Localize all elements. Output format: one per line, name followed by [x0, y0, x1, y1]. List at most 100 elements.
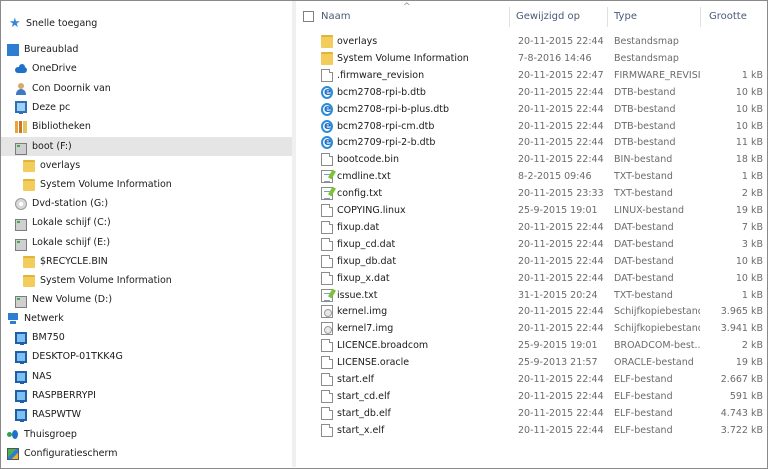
drive-icon	[15, 238, 27, 251]
file-modified: 8-2-2015 09:46	[518, 171, 592, 183]
nav-item[interactable]: Con Doornik van	[1, 79, 292, 98]
file-name: bcm2708-rpi-cm.dtb	[337, 120, 435, 132]
select-all-checkbox[interactable]	[303, 11, 314, 22]
column-header-type[interactable]: Type	[614, 1, 694, 31]
file-name: kernel.img	[337, 306, 388, 318]
file-row[interactable]: bcm2708-rpi-b.dtb 20-11-2015 22:44 DTB-bes…	[296, 84, 767, 101]
folder-icon	[23, 178, 35, 191]
file-size: 3 kB	[741, 238, 763, 250]
file-name: bcm2708-rpi-b-plus.dtb	[337, 103, 450, 115]
nav-item[interactable]: Dvd-station (G:)	[1, 194, 292, 213]
file-icon	[321, 406, 333, 420]
nav-item[interactable]: Lokale schijf (C:)	[1, 213, 292, 232]
nav-item[interactable]: $RECYCLE.BIN	[1, 252, 292, 271]
file-row[interactable]: LICENSE.oracle 25-9-2013 21:57 ORACLE-best…	[296, 354, 767, 371]
file-row[interactable]: config.txt 20-11-2015 23:33 TXT-bestand 2 k…	[296, 185, 767, 202]
column-divider[interactable]	[607, 7, 608, 27]
file-row[interactable]: bcm2709-rpi-2-b.dtb 20-11-2015 22:44 DTB-b…	[296, 134, 767, 151]
file-name: fixup_x.dat	[337, 272, 390, 284]
nav-item[interactable]: DESKTOP-01TKK4G	[1, 347, 292, 366]
file-row[interactable]: fixup_cd.dat 20-11-2015 22:44 DAT-bestand 3…	[296, 236, 767, 253]
file-size: 10 kB	[735, 255, 763, 267]
file-modified: 20-11-2015 22:44	[518, 424, 604, 436]
nav-item[interactable]: ★ Snelle toegang	[1, 14, 292, 33]
file-type: DTB-bestand	[614, 120, 676, 132]
file-icon	[321, 220, 333, 234]
file-row[interactable]: bcm2708-rpi-b-plus.dtb 20-11-2015 22:44 DT…	[296, 101, 767, 118]
column-header-modified[interactable]: Gewijzigd op	[516, 1, 606, 31]
nav-item[interactable]: Bureaublad	[1, 40, 292, 59]
file-row[interactable]: start_x.elf 20-11-2015 22:44 ELF-bestand 3.…	[296, 422, 767, 439]
drive-icon	[15, 142, 27, 155]
file-modified: 31-1-2015 20:24	[518, 289, 598, 301]
nav-item[interactable]: System Volume Information	[1, 271, 292, 290]
nav-item[interactable]: Configuratiescherm	[1, 444, 292, 463]
file-name: bootcode.bin	[337, 154, 400, 166]
nav-item-label: overlays	[40, 160, 81, 171]
file-size: 10 kB	[735, 103, 763, 115]
column-header-size[interactable]: Grootte	[709, 1, 764, 31]
computer-icon	[15, 350, 27, 364]
file-type: ELF-bestand	[614, 424, 673, 436]
ie-icon	[321, 135, 333, 150]
nav-item[interactable]: Lokale schijf (E:)	[1, 233, 292, 252]
nav-item-label: System Volume Information	[40, 275, 172, 286]
file-size: 11 kB	[735, 137, 763, 149]
column-header-name[interactable]: Naam	[321, 1, 511, 31]
file-name: fixup.dat	[337, 221, 380, 233]
nav-item[interactable]: New Volume (D:)	[1, 290, 292, 309]
file-row[interactable]: start.elf 20-11-2015 22:44 ELF-bestand 2.66…	[296, 371, 767, 388]
file-icon	[321, 271, 333, 285]
file-row[interactable]: issue.txt 31-1-2015 20:24 TXT-bestand 1 kB	[296, 287, 767, 304]
nav-item[interactable]: overlays	[1, 156, 292, 175]
file-icon	[321, 423, 333, 437]
file-row[interactable]: start_cd.elf 20-11-2015 22:44 ELF-bestand 5…	[296, 388, 767, 405]
file-row[interactable]: kernel7.img 20-11-2015 22:44 Schijfkopiebe…	[296, 320, 767, 337]
column-divider[interactable]	[509, 7, 510, 27]
file-row[interactable]: System Volume Information 7-8-2016 14:46 B…	[296, 50, 767, 67]
file-row[interactable]: fixup.dat 20-11-2015 22:44 DAT-bestand 7 kB	[296, 219, 767, 236]
file-icon	[321, 254, 333, 268]
nav-item[interactable]: Bibliotheken	[1, 117, 292, 136]
file-modified: 25-9-2013 21:57	[518, 357, 598, 369]
nav-item-label: Snelle toegang	[26, 18, 98, 29]
nav-item-label: Deze pc	[32, 102, 71, 113]
nav-item[interactable]: System Volume Information	[1, 175, 292, 194]
file-row[interactable]: .firmware_revision 20-11-2015 22:47 FIRMWA…	[296, 67, 767, 84]
nav-item[interactable]: RASPWTW	[1, 405, 292, 424]
file-type: DAT-bestand	[614, 255, 674, 267]
file-type: BROADCOM-best...	[614, 340, 700, 352]
nav-item[interactable]: RASPBERRYPI	[1, 386, 292, 405]
file-row[interactable]: kernel.img 20-11-2015 22:44 Schijfkopiebes…	[296, 303, 767, 320]
file-modified: 20-11-2015 22:44	[518, 272, 604, 284]
file-row[interactable]: LICENCE.broadcom 25-9-2015 19:01 BROADCOM-…	[296, 337, 767, 354]
nav-item-label: DESKTOP-01TKK4G	[32, 351, 123, 362]
file-row[interactable]: overlays 20-11-2015 22:44 Bestandsmap	[296, 33, 767, 50]
nav-item-label: RASPBERRYPI	[32, 390, 96, 401]
file-row[interactable]: start_db.elf 20-11-2015 22:44 ELF-bestand 4…	[296, 405, 767, 422]
folder-icon	[23, 255, 35, 268]
nav-item[interactable]: NAS	[1, 367, 292, 386]
nav-item[interactable]: Deze pc	[1, 98, 292, 117]
file-row[interactable]: bcm2708-rpi-cm.dtb 20-11-2015 22:44 DTB-be…	[296, 118, 767, 135]
file-icon	[321, 237, 333, 251]
file-type: DTB-bestand	[614, 137, 676, 149]
file-row[interactable]: cmdline.txt 8-2-2015 09:46 TXT-bestand 1 kB	[296, 168, 767, 185]
nav-item[interactable]: Netwerk	[1, 309, 292, 328]
file-type: TXT-bestand	[614, 188, 673, 200]
nav-item[interactable]: boot (F:)	[1, 137, 292, 156]
nav-item[interactable]: OneDrive	[1, 59, 292, 78]
nav-item[interactable]: Thuisgroep	[1, 425, 292, 444]
file-row[interactable]: bootcode.bin 20-11-2015 22:44 BIN-bestand 1…	[296, 151, 767, 168]
txt-icon	[321, 170, 333, 184]
file-name: COPYING.linux	[337, 205, 406, 216]
file-row[interactable]: fixup_x.dat 20-11-2015 22:44 DAT-bestand 10…	[296, 270, 767, 287]
nav-item[interactable]: BM750	[1, 328, 292, 347]
column-divider[interactable]	[700, 7, 701, 27]
file-row[interactable]: fixup_db.dat 20-11-2015 22:44 DAT-bestand 1…	[296, 253, 767, 270]
computer-icon	[15, 331, 27, 345]
nav-item-label: New Volume (D:)	[32, 294, 113, 305]
file-modified: 20-11-2015 22:44	[518, 374, 604, 385]
file-type: LINUX-bestand	[614, 205, 685, 216]
file-row[interactable]: COPYING.linux 25-9-2015 19:01 LINUX-bestan…	[296, 202, 767, 219]
